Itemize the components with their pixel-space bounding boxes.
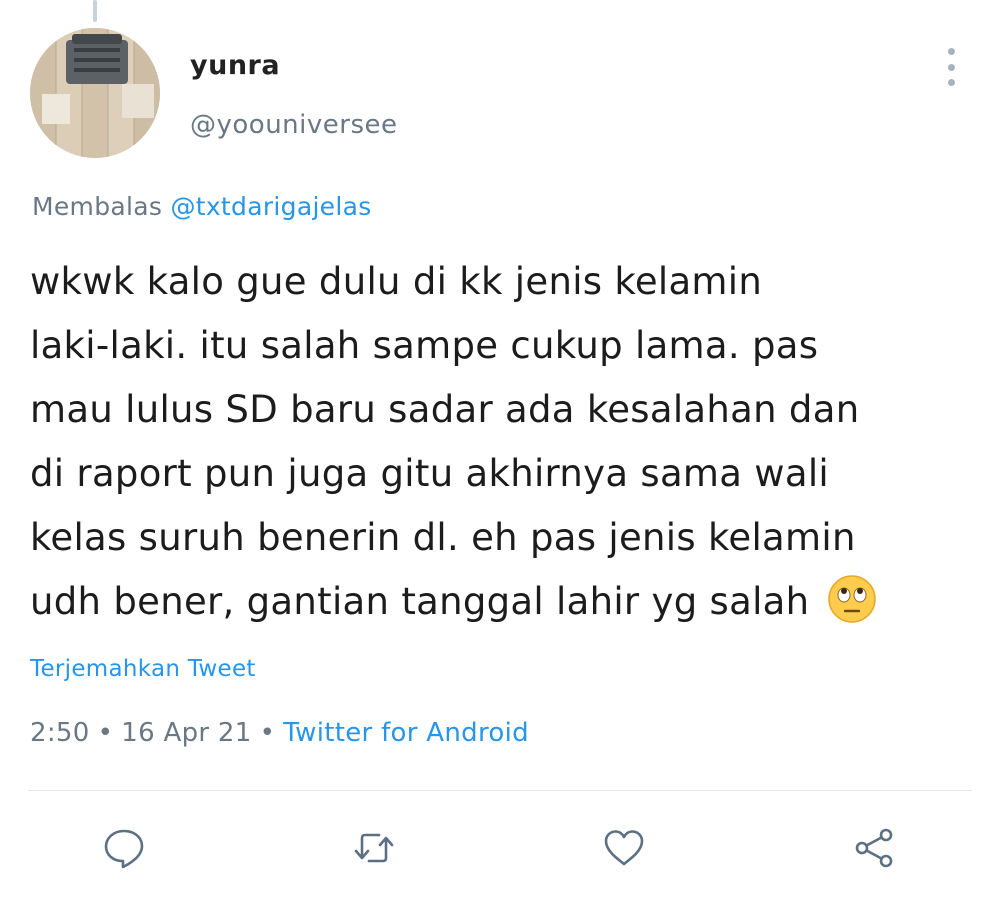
tweet-text: wkwk kalo gue dulu di kk jenis kelamin l… xyxy=(30,250,970,634)
translate-tweet-link[interactable]: Terjemahkan Tweet xyxy=(30,656,256,682)
reply-mention-link[interactable]: @txtdarigajelas xyxy=(170,192,371,221)
tweet-source-link[interactable]: Twitter for Android xyxy=(283,718,529,748)
tweet-meta: 2:50 • 16 Apr 21 • Twitter for Android xyxy=(30,718,529,748)
more-options-dot xyxy=(947,63,955,71)
more-options-dot xyxy=(947,48,955,55)
share-icon xyxy=(855,828,893,868)
tweet-text-line: wkwk kalo gue dulu di kk jenis kelamin xyxy=(30,260,763,303)
actions-divider xyxy=(28,790,972,791)
like-button[interactable] xyxy=(598,822,650,874)
face-with-rolling-eyes-icon xyxy=(827,574,877,624)
avatar-image xyxy=(30,28,160,158)
avatar[interactable] xyxy=(30,28,160,158)
display-name[interactable]: yunra xyxy=(190,50,280,81)
tweet-text-line-last: udh bener, gantian tanggal lahir yg sala… xyxy=(30,570,970,634)
reply-icon xyxy=(104,829,144,869)
more-options-dot xyxy=(947,79,955,86)
meta-separator: • xyxy=(97,718,114,748)
retweet-icon xyxy=(354,833,394,863)
tweet-text-line: kelas suruh benerin dl. eh pas jenis kel… xyxy=(30,516,856,559)
tweet-text-line: laki-laki. itu salah sampe cukup lama. p… xyxy=(30,324,819,367)
reply-context: Membalas @txtdarigajelas xyxy=(32,192,372,221)
tweet-date[interactable]: 16 Apr 21 xyxy=(121,718,251,748)
meta-separator: • xyxy=(259,718,276,748)
tweet-text-line: udh bener, gantian tanggal lahir yg sala… xyxy=(30,580,810,623)
user-handle[interactable]: @yoouniversee xyxy=(190,110,398,140)
tweet-text-line: di raport pun juga gitu akhirnya sama wa… xyxy=(30,452,829,495)
like-icon xyxy=(604,830,644,866)
tweet-text-line: mau lulus SD baru sadar ada kesalahan da… xyxy=(30,388,860,431)
share-button[interactable] xyxy=(848,822,900,874)
reply-prefix: Membalas xyxy=(32,192,163,221)
thread-connector-line xyxy=(93,0,97,22)
tweet-time[interactable]: 2:50 xyxy=(30,718,90,748)
retweet-button[interactable] xyxy=(348,822,400,874)
reply-button[interactable] xyxy=(98,822,150,874)
more-options-button[interactable] xyxy=(934,48,968,86)
